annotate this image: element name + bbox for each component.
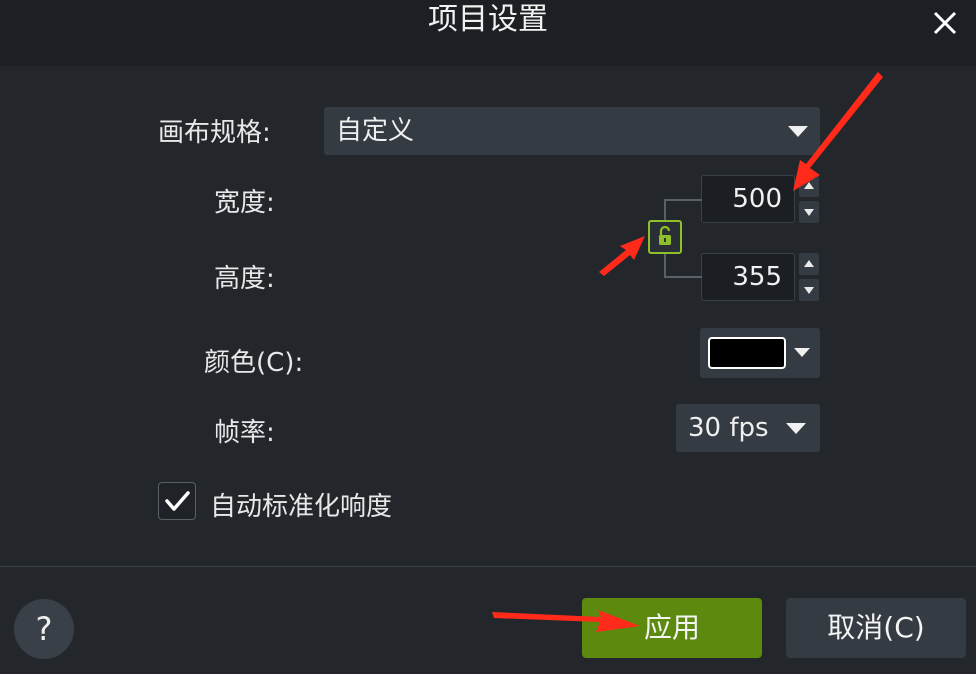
spinner-down-icon xyxy=(804,287,814,294)
canvas-size-value: 自定义 xyxy=(336,116,415,146)
canvas-size-label: 画布规格: xyxy=(158,118,271,148)
color-swatch xyxy=(708,337,786,369)
spinner-up-icon xyxy=(804,260,814,267)
spinner-up-icon xyxy=(804,182,814,189)
normalize-loudness-label[interactable]: 自动标准化响度 xyxy=(210,486,392,523)
footer-divider xyxy=(0,566,976,567)
width-spinner-down[interactable] xyxy=(799,201,819,223)
close-icon[interactable] xyxy=(928,6,962,40)
framerate-value: 30 fps xyxy=(688,413,769,443)
height-label: 高度: xyxy=(214,264,275,294)
help-button[interactable]: ? xyxy=(14,599,74,659)
height-input[interactable]: 355 xyxy=(701,253,795,301)
framerate-dropdown[interactable]: 30 fps xyxy=(676,404,820,452)
color-picker[interactable] xyxy=(700,328,820,378)
framerate-label: 帧率: xyxy=(214,418,275,448)
lock-open-icon[interactable] xyxy=(648,220,682,254)
dialog-title: 项目设置 xyxy=(428,2,548,37)
height-spinner-up[interactable] xyxy=(799,253,819,275)
height-spinner-down[interactable] xyxy=(799,279,819,301)
title-bar: 项目设置 xyxy=(0,0,976,66)
width-spinner-up[interactable] xyxy=(799,175,819,197)
annotation-arrow-icon xyxy=(492,72,883,632)
dropdown-arrow-icon xyxy=(788,126,808,137)
normalize-loudness-checkbox[interactable] xyxy=(158,482,196,520)
width-label: 宽度: xyxy=(214,188,275,218)
aspect-link-line xyxy=(664,199,702,201)
color-label: 颜色(C): xyxy=(204,348,304,378)
dropdown-arrow-icon xyxy=(786,423,806,434)
spinner-down-icon xyxy=(804,209,814,216)
checkmark-icon xyxy=(165,491,190,511)
aspect-link-line xyxy=(664,199,666,221)
aspect-link-line xyxy=(664,254,666,278)
cancel-button[interactable]: 取消(C) xyxy=(786,598,966,658)
canvas-size-dropdown[interactable]: 自定义 xyxy=(324,107,820,155)
dropdown-arrow-icon xyxy=(794,348,810,357)
width-input[interactable]: 500 xyxy=(701,175,795,223)
aspect-link-line xyxy=(664,276,702,278)
apply-button[interactable]: 应用 xyxy=(582,598,762,658)
